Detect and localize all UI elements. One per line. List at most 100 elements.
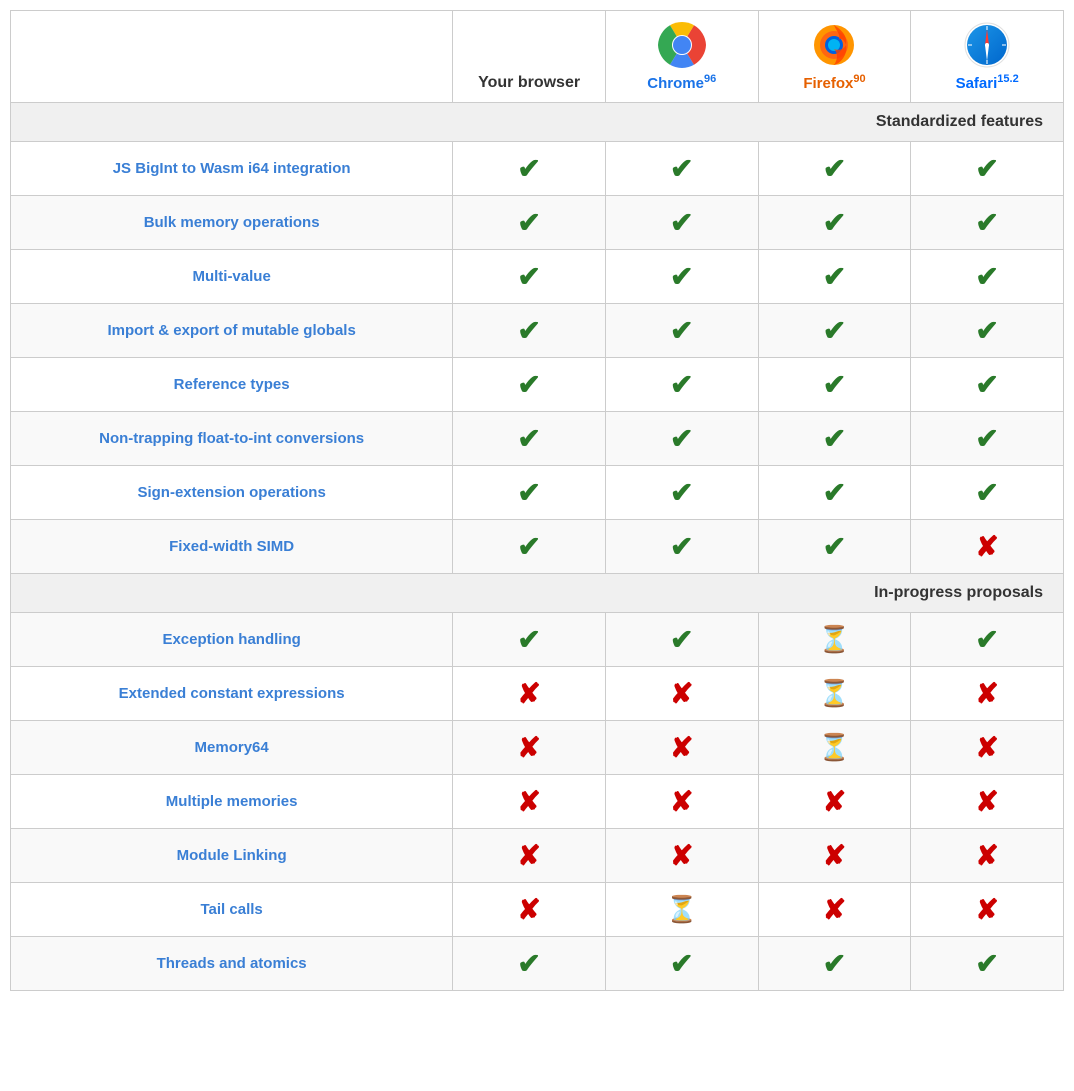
chrome-status: ✔ bbox=[605, 520, 758, 574]
cross-icon: ✘ bbox=[975, 840, 998, 871]
chrome-icon bbox=[658, 21, 706, 69]
section-title: In-progress proposals bbox=[11, 574, 1064, 613]
firefox-status: ✔ bbox=[758, 142, 911, 196]
feature-name: JS BigInt to Wasm i64 integration bbox=[11, 142, 453, 196]
chrome-header-content: Chrome96 bbox=[614, 21, 750, 92]
safari-status: ✘ bbox=[911, 721, 1064, 775]
cross-icon: ✘ bbox=[823, 840, 846, 871]
check-icon: ✔ bbox=[975, 153, 998, 184]
firefox-status: ✔ bbox=[758, 304, 911, 358]
feature-name: Extended constant expressions bbox=[11, 667, 453, 721]
safari-status: ✘ bbox=[911, 775, 1064, 829]
safari-status: ✔ bbox=[911, 196, 1064, 250]
your-browser-status: ✘ bbox=[453, 829, 606, 883]
feature-name: Non-trapping float-to-int conversions bbox=[11, 412, 453, 466]
table-row: Extended constant expressions ✘ ✘ ⏳ ✘ bbox=[11, 667, 1064, 721]
your-browser-header: Your browser bbox=[453, 11, 606, 103]
chrome-status: ✔ bbox=[605, 613, 758, 667]
feature-column-header bbox=[11, 11, 453, 103]
hourglass-icon: ⏳ bbox=[818, 624, 850, 654]
feature-name: Multi-value bbox=[11, 250, 453, 304]
chrome-status: ✘ bbox=[605, 829, 758, 883]
feature-name: Exception handling bbox=[11, 613, 453, 667]
firefox-header-content: Firefox90 bbox=[767, 21, 903, 92]
your-browser-status: ✘ bbox=[453, 775, 606, 829]
safari-status: ✔ bbox=[911, 250, 1064, 304]
check-icon: ✔ bbox=[823, 423, 846, 454]
safari-status: ✘ bbox=[911, 883, 1064, 937]
your-browser-status: ✔ bbox=[453, 304, 606, 358]
cross-icon: ✘ bbox=[517, 678, 540, 709]
check-icon: ✔ bbox=[670, 369, 693, 400]
check-icon: ✔ bbox=[670, 423, 693, 454]
firefox-status: ✔ bbox=[758, 358, 911, 412]
safari-status: ✔ bbox=[911, 142, 1064, 196]
hourglass-icon: ⏳ bbox=[818, 678, 850, 708]
cross-icon: ✘ bbox=[670, 840, 693, 871]
firefox-status: ✔ bbox=[758, 412, 911, 466]
table-row: Module Linking ✘ ✘ ✘ ✘ bbox=[11, 829, 1064, 883]
section-header-0: Standardized features bbox=[11, 103, 1064, 142]
check-icon: ✔ bbox=[975, 624, 998, 655]
cross-icon: ✘ bbox=[975, 732, 998, 763]
check-icon: ✔ bbox=[823, 477, 846, 508]
table-row: Non-trapping float-to-int conversions ✔ … bbox=[11, 412, 1064, 466]
check-icon: ✔ bbox=[823, 531, 846, 562]
firefox-status: ✔ bbox=[758, 937, 911, 991]
your-browser-status: ✔ bbox=[453, 412, 606, 466]
table-row: Exception handling ✔ ✔ ⏳ ✔ bbox=[11, 613, 1064, 667]
firefox-icon bbox=[810, 21, 858, 69]
your-browser-status: ✔ bbox=[453, 466, 606, 520]
firefox-header: Firefox90 bbox=[758, 11, 911, 103]
hourglass-icon: ⏳ bbox=[666, 894, 698, 924]
cross-icon: ✘ bbox=[975, 678, 998, 709]
firefox-status: ✘ bbox=[758, 829, 911, 883]
chrome-status: ✔ bbox=[605, 142, 758, 196]
safari-header: Safari15.2 bbox=[911, 11, 1064, 103]
check-icon: ✔ bbox=[670, 315, 693, 346]
cross-icon: ✘ bbox=[517, 840, 540, 871]
check-icon: ✔ bbox=[670, 153, 693, 184]
chrome-status: ⏳ bbox=[605, 883, 758, 937]
cross-icon: ✘ bbox=[823, 786, 846, 817]
your-browser-label: Your browser bbox=[478, 74, 580, 91]
safari-status: ✔ bbox=[911, 937, 1064, 991]
check-icon: ✔ bbox=[975, 477, 998, 508]
chrome-status: ✘ bbox=[605, 775, 758, 829]
chrome-status: ✔ bbox=[605, 196, 758, 250]
firefox-status: ⏳ bbox=[758, 667, 911, 721]
table-body: Standardized features JS BigInt to Wasm … bbox=[11, 103, 1064, 991]
safari-status: ✔ bbox=[911, 358, 1064, 412]
chrome-status: ✔ bbox=[605, 412, 758, 466]
chrome-status: ✔ bbox=[605, 250, 758, 304]
check-icon: ✔ bbox=[517, 624, 540, 655]
your-browser-status: ✔ bbox=[453, 250, 606, 304]
chrome-status: ✔ bbox=[605, 466, 758, 520]
check-icon: ✔ bbox=[975, 369, 998, 400]
your-browser-status: ✔ bbox=[453, 196, 606, 250]
table-header-row: Your browser bbox=[11, 11, 1064, 103]
section-title: Standardized features bbox=[11, 103, 1064, 142]
check-icon: ✔ bbox=[670, 261, 693, 292]
safari-status: ✘ bbox=[911, 667, 1064, 721]
cross-icon: ✘ bbox=[670, 732, 693, 763]
section-header-1: In-progress proposals bbox=[11, 574, 1064, 613]
chrome-status: ✔ bbox=[605, 937, 758, 991]
check-icon: ✔ bbox=[517, 423, 540, 454]
safari-status: ✘ bbox=[911, 520, 1064, 574]
cross-icon: ✘ bbox=[975, 786, 998, 817]
check-icon: ✔ bbox=[517, 315, 540, 346]
table-row: Memory64 ✘ ✘ ⏳ ✘ bbox=[11, 721, 1064, 775]
your-browser-status: ✘ bbox=[453, 721, 606, 775]
check-icon: ✔ bbox=[670, 207, 693, 238]
table-row: Multi-value ✔ ✔ ✔ ✔ bbox=[11, 250, 1064, 304]
safari-status: ✔ bbox=[911, 412, 1064, 466]
chrome-status: ✘ bbox=[605, 667, 758, 721]
cross-icon: ✘ bbox=[823, 894, 846, 925]
check-icon: ✔ bbox=[823, 315, 846, 346]
check-icon: ✔ bbox=[975, 948, 998, 979]
your-browser-status: ✔ bbox=[453, 142, 606, 196]
check-icon: ✔ bbox=[823, 369, 846, 400]
check-icon: ✔ bbox=[823, 948, 846, 979]
compatibility-table: Your browser bbox=[10, 10, 1064, 991]
